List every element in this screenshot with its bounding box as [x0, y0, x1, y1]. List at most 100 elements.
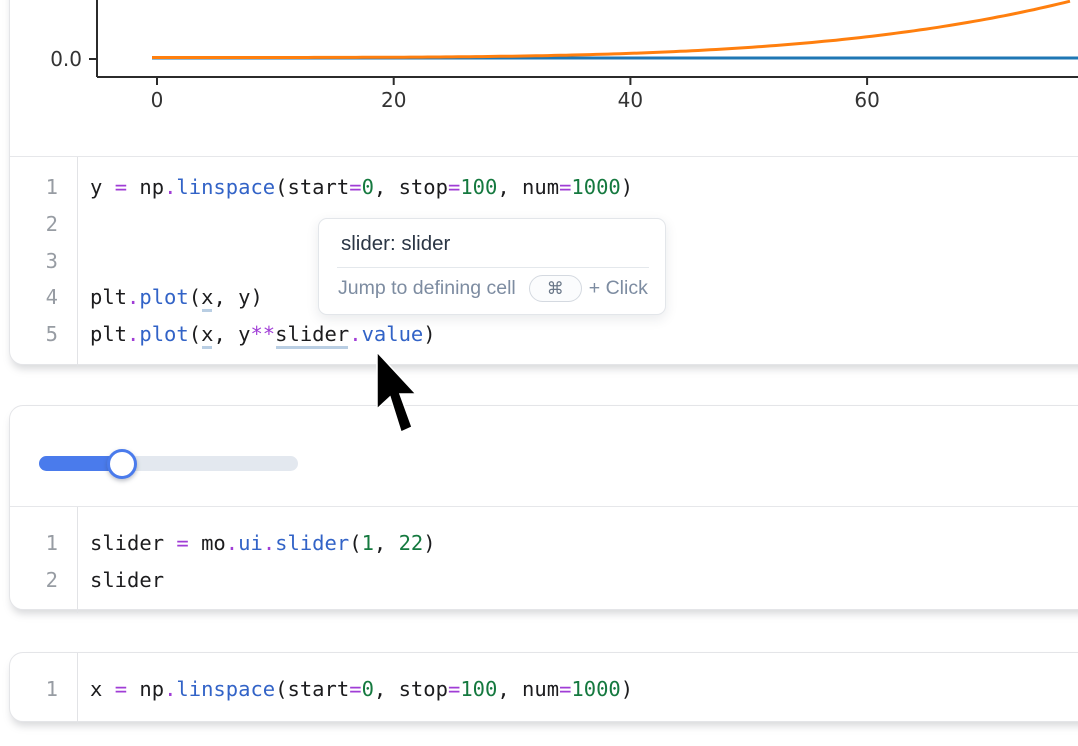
code-text: plt.plot(x, y) [77, 279, 263, 316]
variable-tooltip: slider: slider Jump to defining cell ⌘ +… [318, 218, 666, 315]
code-token: . [349, 322, 361, 346]
code-token: (start [275, 677, 349, 701]
code-token: slider [90, 531, 176, 555]
code-token: = [559, 677, 571, 701]
y-tick-label: 0.0 [50, 47, 82, 71]
tooltip-title: slider: slider [319, 219, 665, 256]
code-token: . [127, 285, 139, 309]
code-token: , y [213, 322, 250, 346]
line-number: 1 [10, 525, 77, 562]
x-tick-label: 20 [381, 88, 406, 112]
code-token: , y) [213, 285, 262, 309]
slider-output-area [10, 406, 1078, 507]
jump-to-defining-cell-action[interactable]: Jump to defining cell [338, 277, 516, 300]
code-token: ( [189, 285, 201, 309]
x-tick-label: 40 [618, 88, 643, 112]
code-line[interactable]: 5plt.plot(x, y**slider.value) [10, 316, 1078, 353]
code-token: (start [275, 175, 349, 199]
code-token: 100 [460, 175, 497, 199]
code-line[interactable]: 2slider [10, 562, 1078, 599]
code-text: x = np.linspace(start=0, stop=100, num=1… [77, 671, 633, 708]
code-token: slider [275, 531, 349, 555]
code-token: = [349, 677, 361, 701]
code-token: 100 [460, 677, 497, 701]
cell-slider: 1slider = mo.ui.slider(1, 22)2slider [9, 405, 1078, 610]
line-number: 2 [10, 562, 77, 599]
code-text: y = np.linspace(start=0, stop=100, num=1… [77, 169, 633, 206]
code-token: , num [497, 175, 559, 199]
code-text: plt.plot(x, y**slider.value) [77, 316, 436, 353]
line-number: 2 [10, 206, 77, 243]
cmd-key-badge: ⌘ [529, 275, 582, 302]
code-token: = [176, 531, 188, 555]
code-token: 0 [362, 677, 374, 701]
code-token: 1000 [571, 175, 620, 199]
click-hint-label: + Click [589, 277, 648, 300]
code-token: linspace [176, 677, 275, 701]
code-token: x [90, 677, 115, 701]
code-token: value [362, 322, 424, 346]
code-token: 22 [399, 531, 424, 555]
line-number: 1 [10, 169, 77, 206]
matplotlib-plot: 0.0 0 20 40 60 [0, 0, 1078, 152]
code-token: = [349, 175, 361, 199]
code-token: plt [90, 285, 127, 309]
x-tick-label: 0 [151, 88, 164, 112]
code-token: = [448, 677, 460, 701]
code-token: , stop [374, 677, 448, 701]
slider-handle[interactable] [107, 449, 137, 479]
code-token: . [164, 175, 176, 199]
line-number: 4 [10, 279, 77, 316]
code-token: = [115, 175, 127, 199]
line-number: 5 [10, 316, 77, 353]
code-text: slider [77, 562, 164, 599]
code-token: . [164, 677, 176, 701]
series-power-curve [152, 1, 1070, 57]
code-token: . [263, 531, 275, 555]
gutter-divider [77, 507, 78, 613]
code-token: . [226, 531, 238, 555]
code-token: . [127, 322, 139, 346]
code-token: = [559, 175, 571, 199]
line-number: 3 [10, 243, 77, 280]
code-line[interactable]: 1y = np.linspace(start=0, stop=100, num=… [10, 169, 1078, 206]
code-token: np [127, 677, 164, 701]
code-token: plt [90, 322, 127, 346]
code-token: 1000 [571, 677, 620, 701]
code-line[interactable]: 1slider = mo.ui.slider(1, 22) [10, 525, 1078, 562]
code-token: ) [621, 677, 633, 701]
code-text [77, 243, 90, 280]
code-token: , [374, 531, 399, 555]
code-token: , stop [374, 175, 448, 199]
cell-x: 1x = np.linspace(start=0, stop=100, num=… [9, 652, 1078, 722]
code-token: = [115, 677, 127, 701]
line-number: 1 [10, 671, 77, 708]
code-editor-slider[interactable]: 1slider = mo.ui.slider(1, 22)2slider [10, 507, 1078, 613]
code-token: ** [250, 322, 275, 346]
slider-widget[interactable] [39, 451, 298, 477]
code-line[interactable]: 1x = np.linspace(start=0, stop=100, num=… [10, 671, 1078, 708]
code-token: ( [349, 531, 361, 555]
code-token: , num [497, 677, 559, 701]
code-token: ) [621, 175, 633, 199]
code-token: 0 [362, 175, 374, 199]
gutter-divider [77, 653, 78, 723]
code-token: np [127, 175, 164, 199]
variable-reference[interactable]: x [201, 285, 213, 309]
x-tick-label: 60 [854, 88, 879, 112]
mouse-cursor-icon [375, 351, 421, 439]
code-token: = [448, 175, 460, 199]
variable-reference[interactable]: slider [275, 322, 349, 346]
variable-reference[interactable]: x [201, 322, 213, 346]
marimo-notebook: 0.00204060 1y = np.linspace(start=0, sto… [0, 0, 1078, 746]
code-token: plot [139, 322, 188, 346]
code-editor-x[interactable]: 1x = np.linspace(start=0, stop=100, num=… [10, 653, 1078, 723]
code-token: ) [423, 531, 435, 555]
code-token: 1 [362, 531, 374, 555]
code-text [77, 206, 90, 243]
code-token: ) [423, 322, 435, 346]
code-token: plot [139, 285, 188, 309]
code-token: ( [189, 322, 201, 346]
code-token: mo [189, 531, 226, 555]
code-token: ui [238, 531, 263, 555]
